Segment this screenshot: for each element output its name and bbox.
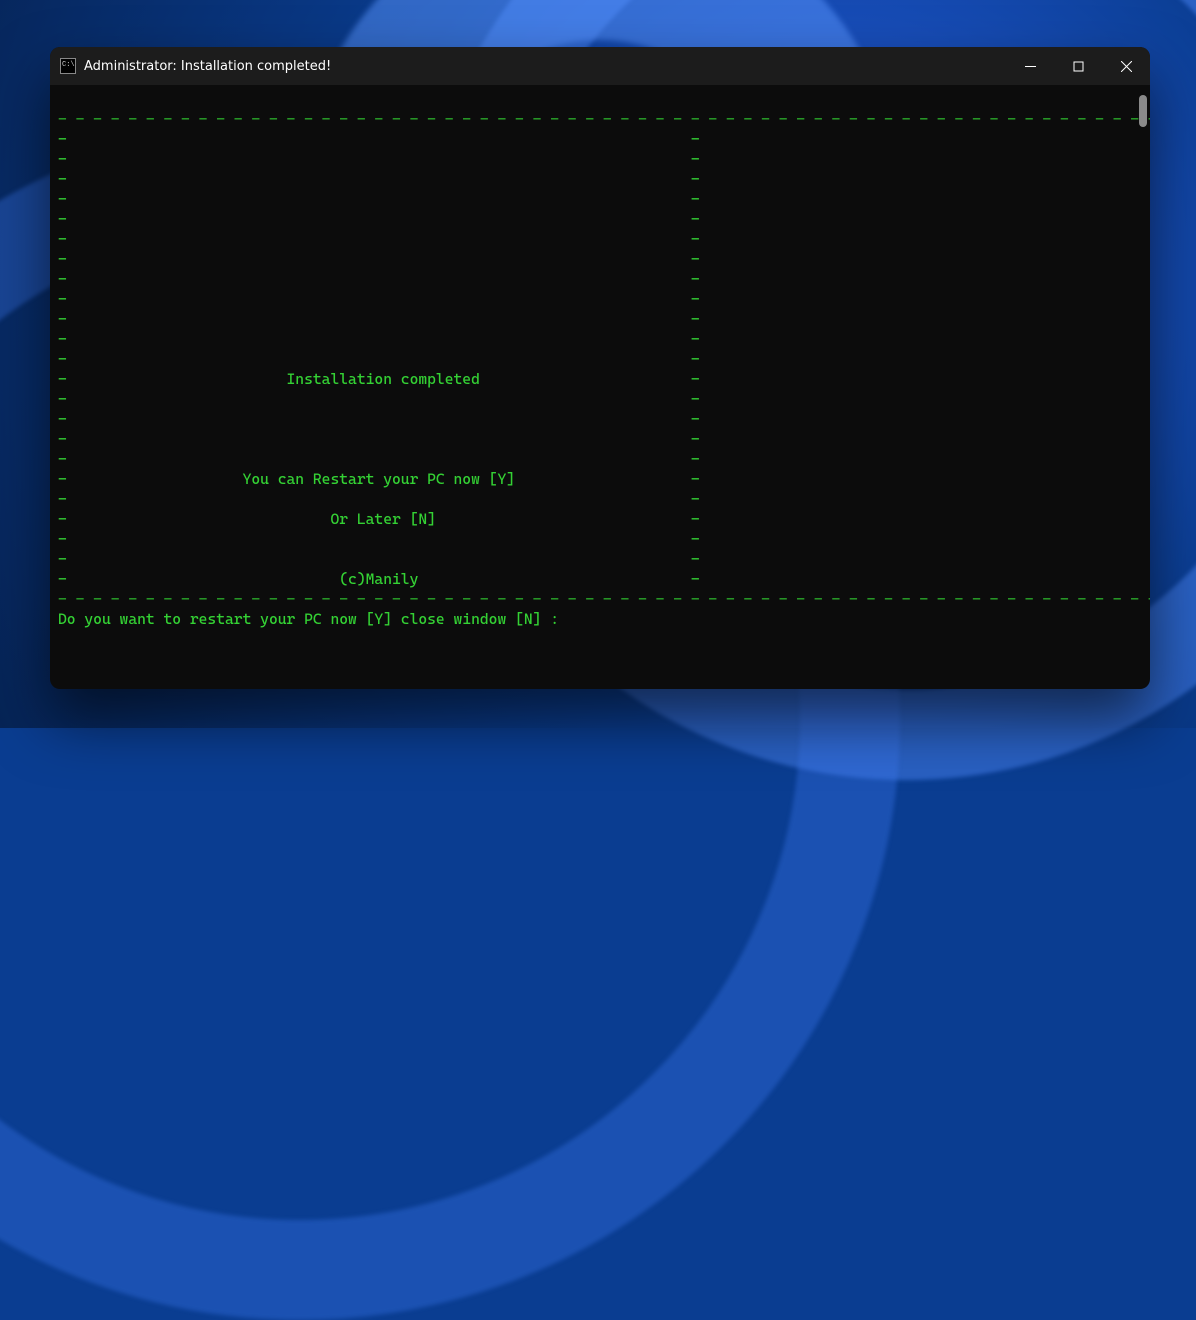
ascii-frame-row: - -: [58, 269, 1142, 289]
titlebar[interactable]: Administrator: Installation completed!: [50, 47, 1150, 85]
ascii-frame-row: - -: [58, 389, 1142, 409]
ascii-frame-row: - -: [58, 169, 1142, 189]
cmd-icon: [60, 58, 76, 74]
scrollbar-thumb[interactable]: [1139, 95, 1147, 127]
minimize-button[interactable]: [1006, 47, 1054, 85]
ascii-frame-row: - -: [58, 309, 1142, 329]
title-left-group: Administrator: Installation completed!: [50, 58, 1006, 74]
restart-now-line: - You can Restart your PC now [Y] -: [58, 469, 1142, 489]
ascii-frame-row: - -: [58, 449, 1142, 469]
ascii-border-top: - - - - - - - - - - - - - - - - - - - - …: [58, 109, 1142, 129]
terminal-content[interactable]: - - - - - - - - - - - - - - - - - - - - …: [50, 85, 1150, 689]
prompt-line: Do you want to restart your PC now [Y] c…: [58, 609, 1142, 629]
ascii-frame-row: - -: [58, 149, 1142, 169]
credit-line: - (c)Manily -: [58, 569, 1142, 589]
ascii-frame-row: - -: [58, 329, 1142, 349]
or-later-line: - Or Later [N] -: [58, 509, 1142, 529]
ascii-frame-row: - -: [58, 289, 1142, 309]
maximize-button[interactable]: [1054, 47, 1102, 85]
ascii-frame-row: - -: [58, 189, 1142, 209]
ascii-border-bottom: - - - - - - - - - - - - - - - - - - - - …: [58, 589, 1142, 609]
ascii-frame-row: - -: [58, 209, 1142, 229]
ascii-frame-row: - -: [58, 489, 1142, 509]
ascii-frame-row: - -: [58, 549, 1142, 569]
ascii-frame-row: - -: [58, 529, 1142, 549]
window-title: Administrator: Installation completed!: [84, 59, 331, 74]
terminal-window: Administrator: Installation completed! -…: [50, 47, 1150, 689]
ascii-frame-row: - -: [58, 249, 1142, 269]
ascii-frame-row: - -: [58, 129, 1142, 149]
close-button[interactable]: [1102, 47, 1150, 85]
ascii-frame-row: - -: [58, 349, 1142, 369]
ascii-frame-row: - -: [58, 429, 1142, 449]
installation-completed-line: - Installation completed -: [58, 369, 1142, 389]
ascii-frame-row: - -: [58, 229, 1142, 249]
ascii-frame-row: - -: [58, 409, 1142, 429]
